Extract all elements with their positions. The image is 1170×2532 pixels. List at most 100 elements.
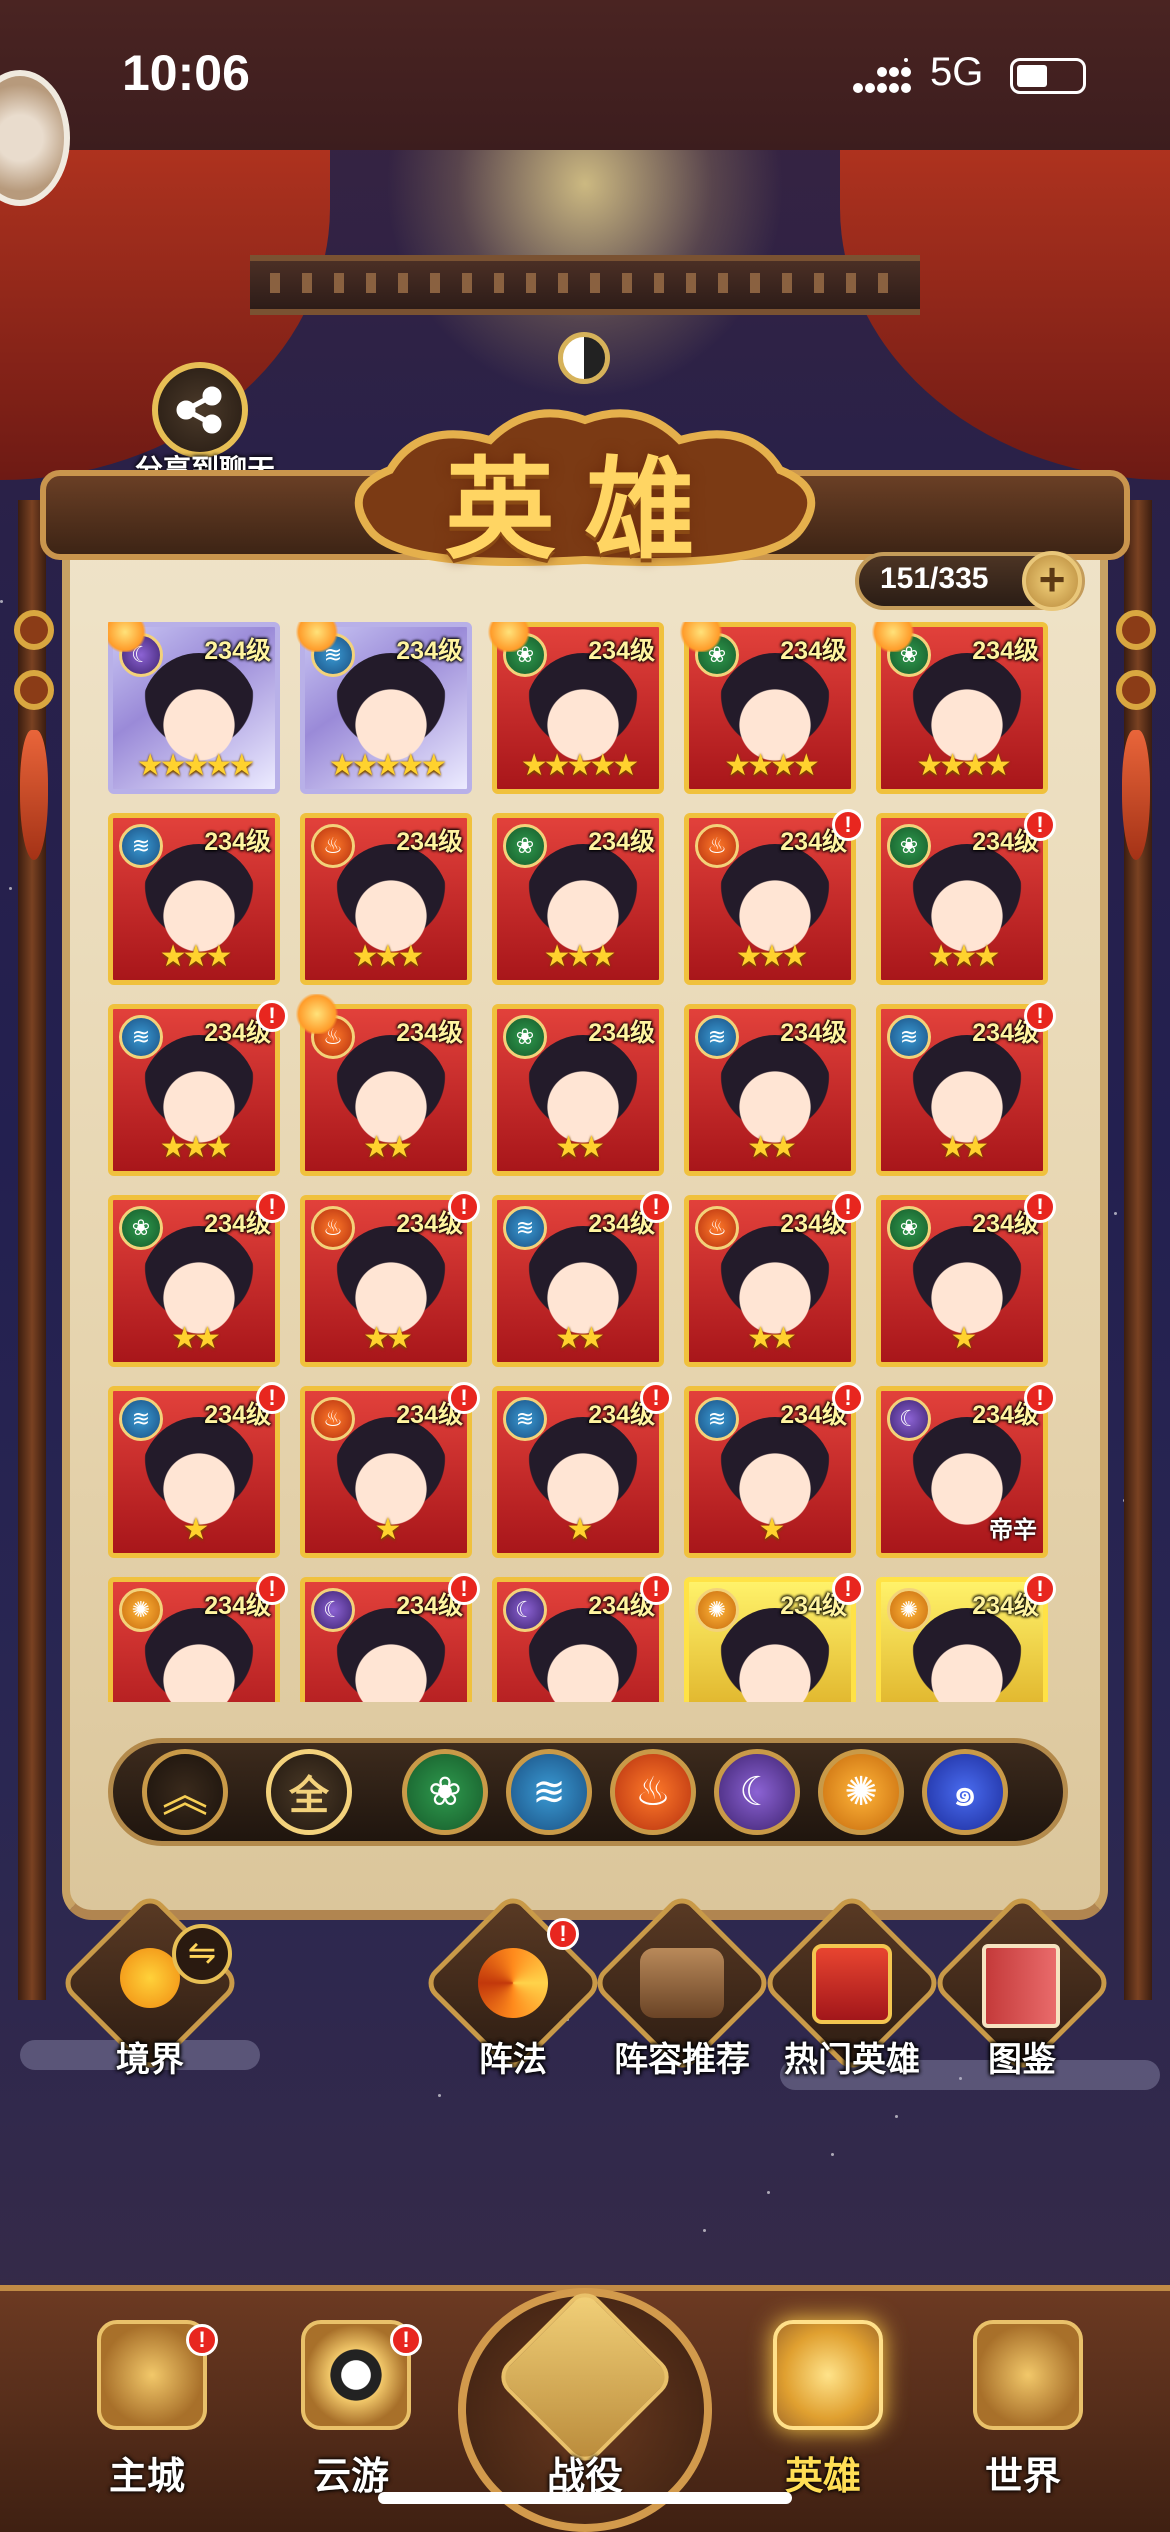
hero-level: 234级 — [588, 828, 655, 856]
home-indicator — [378, 2492, 792, 2504]
hero-stars: ★★★★★ — [136, 749, 255, 782]
formation-label: 阵法 — [479, 2041, 547, 2079]
status-time: 10:06 — [122, 45, 250, 101]
hero-alert-badge: ! — [256, 1382, 288, 1414]
hero-level: 234级 — [780, 1019, 847, 1047]
expand-capacity-button[interactable]: + — [1022, 551, 1082, 611]
battery-icon — [1010, 58, 1086, 94]
hero-stars: ★★ — [363, 1322, 413, 1355]
filter-fire-icon[interactable]: ♨ — [610, 1749, 696, 1835]
hero-alert-badge: ! — [640, 1191, 672, 1223]
hero-stars: ★★★ — [351, 940, 425, 973]
hero-stars: ★★★ — [543, 940, 617, 973]
hero-card[interactable]: ☾ 234级 — [492, 1577, 664, 1702]
hero-stars: ★★ — [363, 1131, 413, 1164]
filter-sun-icon[interactable]: ✺ — [818, 1749, 904, 1835]
hero-alert-badge: ! — [832, 1573, 864, 1605]
water-element-icon: ≋ — [119, 1015, 163, 1059]
fire-element-icon: ♨ — [695, 824, 739, 868]
hero-alert-badge: ! — [256, 1573, 288, 1605]
coin-ornament-icon — [1116, 670, 1156, 710]
sort-chevron-up-icon[interactable]: ︽ — [142, 1749, 228, 1835]
fire-element-icon: ♨ — [311, 824, 355, 868]
coin-ornament-icon — [14, 670, 54, 710]
hero-card[interactable]: ✺ 234级 — [876, 1577, 1048, 1702]
hero-card[interactable]: ≋ 234级 ★★ — [876, 1004, 1048, 1176]
hero-card[interactable]: ❀ 234级 ★ — [876, 1195, 1048, 1367]
hero-level: 234级 — [588, 1019, 655, 1047]
hero-alert-badge: ! — [256, 1000, 288, 1032]
hero-stars: ★★★ — [159, 1131, 233, 1164]
hero-level: 234级 — [396, 637, 463, 665]
network-type: 5G — [930, 50, 984, 94]
hero-stars: ★★★★★ — [328, 749, 447, 782]
hero-stars: ★★ — [555, 1131, 605, 1164]
filter-vortex-icon[interactable]: ๑ — [922, 1749, 1008, 1835]
hero-alert-badge: ! — [640, 1573, 672, 1605]
hero-card[interactable]: ❀ 234级 ★★★ — [876, 813, 1048, 985]
water-element-icon: ≋ — [503, 1397, 547, 1441]
hero-stars: ★★ — [555, 1322, 605, 1355]
wind-element-icon: ❀ — [119, 1206, 163, 1250]
signal-icon — [853, 58, 911, 93]
hero-helmet-icon — [773, 2320, 883, 2430]
hero-card[interactable]: ♨ 234级 ★★★ — [300, 813, 472, 985]
hero-card[interactable]: ≋ 234级 ★★★ — [108, 1004, 280, 1176]
hero-card[interactable]: ✺ 234级 — [684, 1577, 856, 1702]
hero-card[interactable]: ≋ 234级 ★★ — [684, 1004, 856, 1176]
swap-icon[interactable]: ⇋ — [172, 1924, 232, 1984]
moon-element-icon: ☾ — [503, 1588, 547, 1632]
tab-heroes[interactable]: 英雄 — [728, 2300, 918, 2500]
tab-travel[interactable]: ! 云游 — [256, 2300, 446, 2500]
hero-card[interactable]: ♨ 234级 ★★ — [300, 1195, 472, 1367]
left-scroll-pillar — [18, 500, 46, 2000]
sun-element-icon: ✺ — [695, 1588, 739, 1632]
realm-face-icon — [120, 1948, 180, 2008]
filter-moon-icon[interactable]: ☾ — [714, 1749, 800, 1835]
share-button[interactable] — [152, 362, 248, 458]
tab-main-city[interactable]: ! 主城 — [52, 2300, 242, 2500]
hero-stars: ★★ — [747, 1131, 797, 1164]
hero-card[interactable]: ☾ 234级 帝辛 — [876, 1386, 1048, 1558]
filter-wind-icon[interactable]: ❀ — [402, 1749, 488, 1835]
hero-card[interactable]: ♨ 234级 ★★★ — [684, 813, 856, 985]
hero-stars: ★★★ — [159, 940, 233, 973]
tab-world[interactable]: 世界 — [928, 2300, 1118, 2500]
hero-alert-badge: ! — [640, 1382, 672, 1414]
hero-card[interactable]: ≋ 234级 ★ — [492, 1386, 664, 1558]
hero-card[interactable]: ≋ 234级 ★ — [684, 1386, 856, 1558]
fire-element-icon: ♨ — [311, 1206, 355, 1250]
hero-card[interactable]: ❀ 234级 ★★ — [492, 1004, 664, 1176]
formation-swirl-icon — [478, 1948, 548, 2018]
hero-card[interactable]: ≋ 234级 ★★ — [492, 1195, 664, 1367]
water-element-icon: ≋ — [503, 1206, 547, 1250]
sun-element-icon: ✺ — [887, 1588, 931, 1632]
tab-battle[interactable]: 战役 — [490, 2285, 680, 2500]
hero-alert-badge: ! — [1024, 1573, 1056, 1605]
hero-card[interactable]: ❀ 234级 ★★★ — [492, 813, 664, 985]
hero-alert-badge: ! — [832, 809, 864, 841]
hero-level: 234级 — [396, 1019, 463, 1047]
hero-alert-badge: ! — [256, 1191, 288, 1223]
hero-card[interactable]: ≋ 234级 ★ — [108, 1386, 280, 1558]
water-element-icon: ≋ — [119, 1397, 163, 1441]
filter-water-icon[interactable]: ≋ — [506, 1749, 592, 1835]
hero-stars: ★★★★ — [916, 749, 1012, 782]
moon-element-icon: ☾ — [311, 1588, 355, 1632]
hero-stars: ★★★★ — [724, 749, 820, 782]
sun-element-icon: ✺ — [119, 1588, 163, 1632]
hero-card[interactable]: ≋ 234级 ★★★ — [108, 813, 280, 985]
filter-all-button[interactable]: 全 — [266, 1749, 352, 1835]
lineup-warriors-icon — [640, 1948, 724, 2018]
hero-card[interactable]: ✺ 234级 — [108, 1577, 280, 1702]
hero-card[interactable]: ❀ 234级 ★★ — [108, 1195, 280, 1367]
hero-card[interactable]: ♨ 234级 ★★ — [684, 1195, 856, 1367]
hero-card[interactable]: ☾ 234级 — [300, 1577, 472, 1702]
hero-card[interactable]: ♨ 234级 ★ — [300, 1386, 472, 1558]
tab-world-label: 世界 — [984, 2456, 1061, 2498]
hero-level: 234级 — [204, 637, 271, 665]
travel-alert-badge: ! — [390, 2324, 422, 2356]
hero-alert-badge: ! — [448, 1191, 480, 1223]
realm-label: 境界 — [116, 2041, 184, 2079]
hero-grid: ☾ 234级 ★★★★★ ≋ 234级 ★★★★★ ❀ 234级 ★★★★★ ❀ 234级 ★★★★ ❀… — [108, 622, 1060, 1702]
